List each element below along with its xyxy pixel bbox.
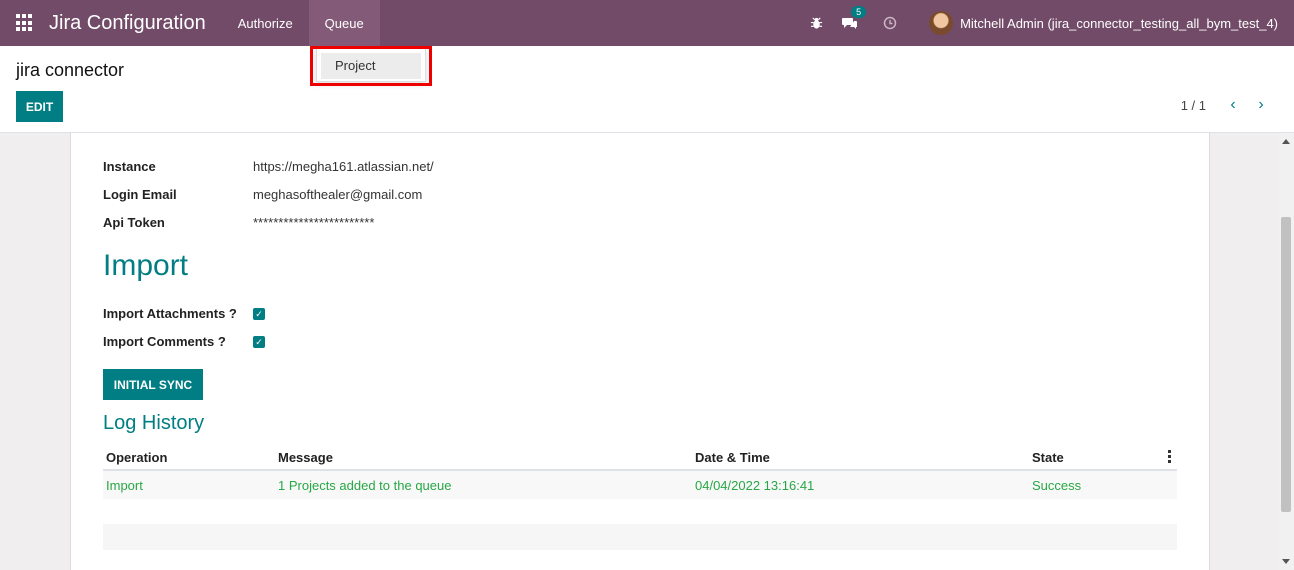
apps-menu-icon[interactable]: [16, 14, 34, 32]
row-state: Success: [1032, 478, 1082, 493]
scroll-thumb[interactable]: [1281, 217, 1291, 512]
api-token-label: Api Token: [103, 215, 165, 230]
import-comments-checkbox[interactable]: ✓: [253, 336, 265, 348]
user-avatar[interactable]: [929, 11, 954, 35]
table-header: Operation Message Date & Time State: [103, 443, 1177, 471]
import-comments-label: Import Comments ?: [103, 334, 226, 349]
page-title: jira connector: [16, 60, 125, 80]
instance-field: https://megha161.atlassian.net/: [253, 159, 434, 174]
row-message: 1 Projects added to the queue: [278, 478, 452, 493]
column-header-message[interactable]: Message: [278, 450, 333, 465]
column-options-icon[interactable]: [1168, 450, 1171, 465]
import-section-title: Import: [103, 249, 189, 282]
user-name[interactable]: Mitchell Admin (jira_connector_testing_a…: [960, 16, 1278, 31]
row-datetime: 04/04/2022 13:16:41: [695, 478, 815, 493]
row-operation: Import: [106, 478, 143, 493]
login-email-label: Login Email: [103, 187, 177, 202]
import-attachments-checkbox[interactable]: ✓: [253, 308, 265, 320]
scroll-down-icon[interactable]: [1282, 559, 1290, 564]
top-navbar: Jira Configuration Authorize Queue 5 Mit…: [0, 0, 1294, 46]
pager-previous-icon[interactable]: ‹: [1226, 97, 1240, 114]
chat-icon[interactable]: 5: [841, 6, 867, 32]
table-row[interactable]: Import 1 Projects added to the queue 04/…: [103, 471, 1177, 499]
vertical-scrollbar[interactable]: [1279, 133, 1294, 570]
app-title[interactable]: Jira Configuration: [49, 12, 206, 35]
column-header-datetime[interactable]: Date & Time: [695, 450, 770, 465]
control-panel: jira connector EDIT 1 / 1 ‹ ›: [0, 46, 1294, 133]
empty-table-row: [103, 524, 1177, 550]
form-sheet: Instance https://megha161.atlassian.net/…: [70, 133, 1210, 570]
dropdown-item-project[interactable]: Project: [321, 53, 421, 79]
api-token-field: ************************: [253, 215, 375, 230]
login-email-field: meghasofthealer@gmail.com: [253, 187, 423, 202]
scroll-up-icon[interactable]: [1282, 139, 1290, 144]
column-header-state[interactable]: State: [1032, 450, 1064, 465]
navbar-systray: 5 Mitchell Admin (jira_connector_testing…: [799, 0, 1278, 46]
initial-sync-button[interactable]: INITIAL SYNC: [103, 369, 203, 400]
bug-icon[interactable]: [807, 14, 825, 32]
pager-value: 1 / 1: [1180, 98, 1206, 113]
pager-next-icon[interactable]: ›: [1254, 97, 1268, 114]
import-attachments-label: Import Attachments ?: [103, 306, 237, 321]
menu-authorize[interactable]: Authorize: [222, 0, 309, 46]
menu-queue[interactable]: Queue: [308, 0, 380, 46]
column-header-operation[interactable]: Operation: [106, 450, 167, 465]
queue-dropdown-menu: Project: [316, 48, 426, 82]
clock-icon[interactable]: [881, 14, 899, 32]
instance-label: Instance: [103, 159, 156, 174]
log-history-table: Operation Message Date & Time State Impo…: [103, 443, 1177, 499]
edit-button[interactable]: EDIT: [16, 91, 63, 122]
messages-badge: 5: [851, 6, 867, 18]
log-history-title: Log History: [103, 412, 205, 434]
